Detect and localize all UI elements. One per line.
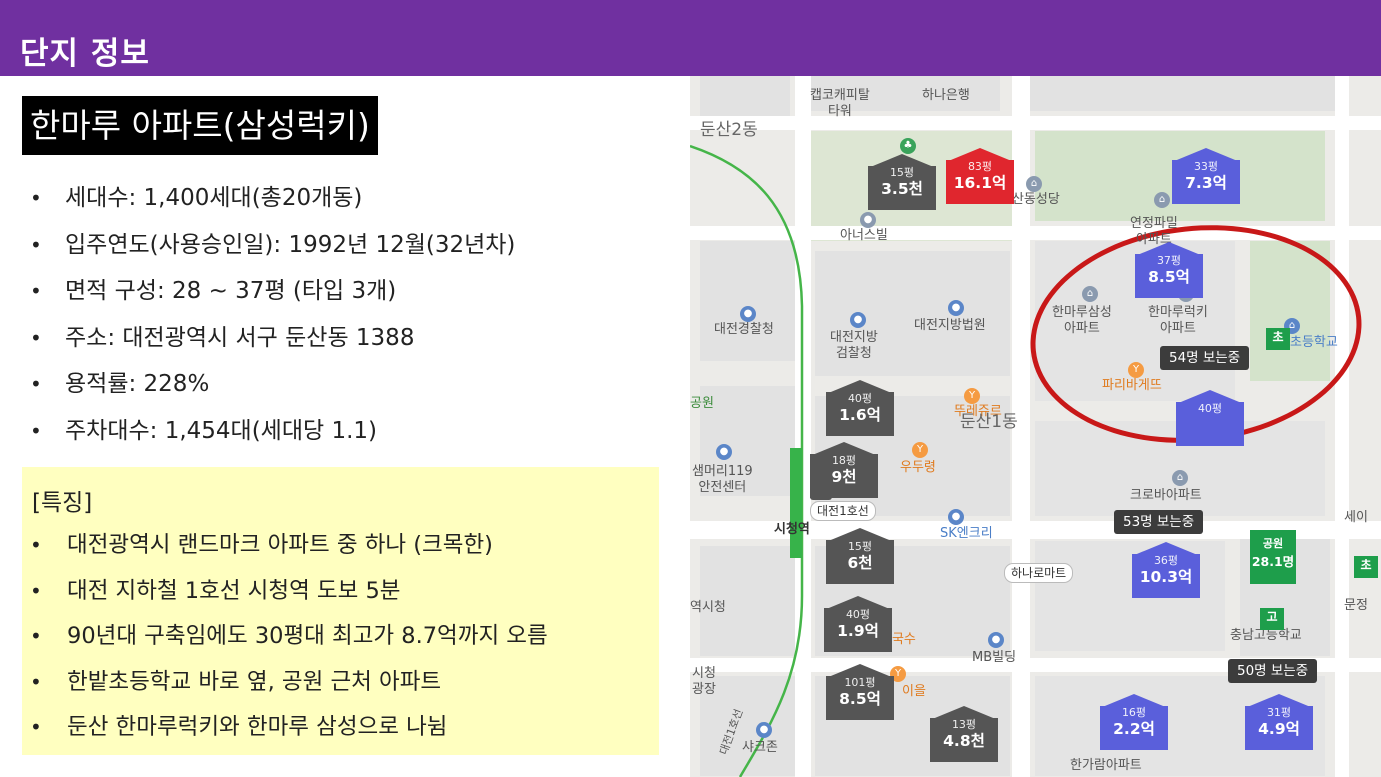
- bullet-icon: •: [30, 578, 42, 603]
- park-flag-label: 공원: [1262, 537, 1284, 550]
- map-label: MB빌딩: [972, 650, 1017, 665]
- features-title: [특징]: [32, 490, 93, 516]
- price-tag[interactable]: 15평 6천: [826, 528, 894, 584]
- bullet-icon: •: [30, 186, 42, 210]
- fire-station-icon: ●: [716, 444, 732, 460]
- features-box: [특징] • 대전광역시 랜드마크 아파트 중 하나 (크목한) • 대전 지하철 …: [22, 467, 659, 755]
- info-floor-area-ratio: • 용적률: 228%: [30, 366, 670, 413]
- feature-item: • 둔산 한마루럭키와 한마루 삼성으로 나뉨: [30, 709, 655, 755]
- features-list: • 대전광역시 랜드마크 아파트 중 하나 (크목한) • 대전 지하철 1호선 시…: [30, 527, 655, 755]
- apartment-icon: ⌂: [1154, 192, 1170, 208]
- apartment-name: 한마루 아파트(삼성럭키): [22, 96, 378, 155]
- map-label: SK엔크리: [940, 526, 993, 541]
- mart-chip: 하나로마트: [1004, 563, 1074, 583]
- price-tag[interactable]: 16평 2.2억: [1100, 694, 1168, 750]
- info-area: • 면적 구성: 28 ~ 37평 (타입 3개): [30, 273, 670, 320]
- school-flag: 초: [1354, 556, 1378, 578]
- price-tag[interactable]: 40평: [1176, 390, 1244, 446]
- map-label: 문정: [1344, 598, 1368, 613]
- price-tag[interactable]: 101평 8.5억: [826, 664, 894, 720]
- viewers-badge: 50명 보는중: [1228, 659, 1318, 683]
- map-label: 우두령: [900, 460, 936, 475]
- bullet-icon: •: [30, 418, 42, 443]
- viewers-badge: 53명 보는중: [1114, 510, 1204, 534]
- bullet-icon: •: [30, 372, 42, 396]
- map-label: 샤크존: [742, 740, 778, 755]
- map-label: 역시청: [690, 600, 726, 615]
- map-view[interactable]: 캡코캐피탈 타워 하나은행 둔산2동 둔산동성당 아너스빌 연정파밀 아파트 대전경…: [690, 76, 1381, 777]
- building-icon: ●: [860, 212, 876, 228]
- map-label: 아너스빌: [840, 228, 888, 243]
- map-label: 한마루럭키 아파트: [1148, 305, 1208, 336]
- info-move-in-year: • 입주연도(사용승인일): 1992년 12월(32년차): [30, 227, 670, 274]
- price-tag[interactable]: 40평 1.6억: [826, 380, 894, 436]
- building-icon: ●: [988, 632, 1004, 648]
- bullet-icon: •: [30, 669, 42, 694]
- price-tag[interactable]: 15평 3.5천: [868, 154, 936, 210]
- park-flag[interactable]: 공원 28.1명: [1250, 530, 1296, 584]
- map-label: 시청역: [774, 522, 810, 537]
- feature-item: • 90년대 구축임에도 30평대 최고가 8.7억까지 오름: [30, 618, 655, 664]
- feature-item: • 대전 지하철 1호선 시청역 도보 5분: [30, 573, 655, 619]
- info-address: • 주소: 대전광역시 서구 둔산동 1388: [30, 320, 670, 367]
- apartment-info-list: • 세대수: 1,400세대(총20개동) • 입주연도(사용승인일): 1992년…: [30, 180, 670, 459]
- subway-chip: 대전1호선: [810, 501, 876, 521]
- school-flag: 초: [1266, 328, 1290, 350]
- bullet-icon: •: [30, 533, 42, 557]
- info-households: • 세대수: 1,400세대(총20개동): [30, 180, 670, 227]
- food-icon: Y: [912, 442, 928, 458]
- bullet-icon: •: [30, 715, 42, 739]
- park-flag-value: 28.1명: [1251, 554, 1295, 569]
- price-tag[interactable]: 18평 9천: [810, 442, 878, 498]
- bullet-icon: •: [30, 279, 42, 303]
- price-tag[interactable]: 83평 16.1억: [946, 148, 1014, 204]
- map-label: 대전경찰청: [714, 322, 774, 337]
- food-icon: Y: [964, 388, 980, 404]
- map-label: 둔산2동: [700, 120, 758, 140]
- price-tag[interactable]: 36평 10.3억: [1132, 542, 1200, 598]
- school-flag: 고: [1260, 608, 1284, 630]
- viewers-badge: 54명 보는중: [1160, 346, 1250, 370]
- price-tag[interactable]: 40평 1.9억: [824, 596, 892, 652]
- court-icon: ●: [948, 300, 964, 316]
- price-tag[interactable]: 13평 4.8천: [930, 706, 998, 762]
- map-label: 시청 광장: [692, 666, 716, 697]
- map-label: 한가람아파트: [1070, 758, 1142, 773]
- bullet-icon: •: [30, 325, 42, 350]
- church-icon: ⌂: [1026, 176, 1042, 192]
- map-label: 파리바게뜨: [1102, 378, 1162, 393]
- apartment-icon: ⌂: [1082, 286, 1098, 302]
- map-label: 이을: [902, 684, 926, 699]
- store-icon: ●: [756, 722, 772, 738]
- map-label: 하나은행: [922, 88, 970, 103]
- map-label: 샘머리119 안전센터: [692, 464, 753, 495]
- map-label: 세이: [1344, 510, 1368, 525]
- map-label: 초등학교: [1290, 335, 1338, 350]
- map-label: 충남고등학교: [1230, 628, 1302, 643]
- map-label: 크로바아파트: [1130, 488, 1202, 503]
- prosecutor-icon: ●: [850, 312, 866, 328]
- price-tag[interactable]: 31평 4.9억: [1245, 694, 1313, 750]
- police-icon: ●: [740, 306, 756, 322]
- apartment-icon: ⌂: [1172, 470, 1188, 486]
- food-icon: Y: [1128, 362, 1144, 378]
- map-label: 캡코캐피탈 타워: [810, 88, 870, 119]
- header-title: 단지 정보: [20, 36, 150, 72]
- map-label: 한마루삼성 아파트: [1052, 305, 1112, 336]
- info-parking: • 주차대수: 1,454대(세대당 1.1): [30, 413, 670, 460]
- price-tag[interactable]: 37평 8.5억: [1135, 242, 1203, 298]
- bullet-icon: •: [30, 624, 42, 648]
- feature-item: • 대전광역시 랜드마크 아파트 중 하나 (크목한): [30, 527, 655, 573]
- park-icon: ♣: [900, 138, 916, 154]
- map-label: 둔산1동: [960, 412, 1018, 432]
- map-label: 대전지방 검찰청: [830, 330, 878, 361]
- price-tag[interactable]: 33평 7.3억: [1172, 148, 1240, 204]
- gas-station-icon: ●: [948, 509, 964, 525]
- map-label: 대전지방법원: [914, 318, 986, 333]
- bullet-icon: •: [30, 232, 42, 257]
- feature-item: • 한밭초등학교 바로 옆, 공원 근처 아파트: [30, 664, 655, 710]
- map-label: 공원: [690, 396, 714, 411]
- slide-header: 단지 정보: [0, 0, 1381, 76]
